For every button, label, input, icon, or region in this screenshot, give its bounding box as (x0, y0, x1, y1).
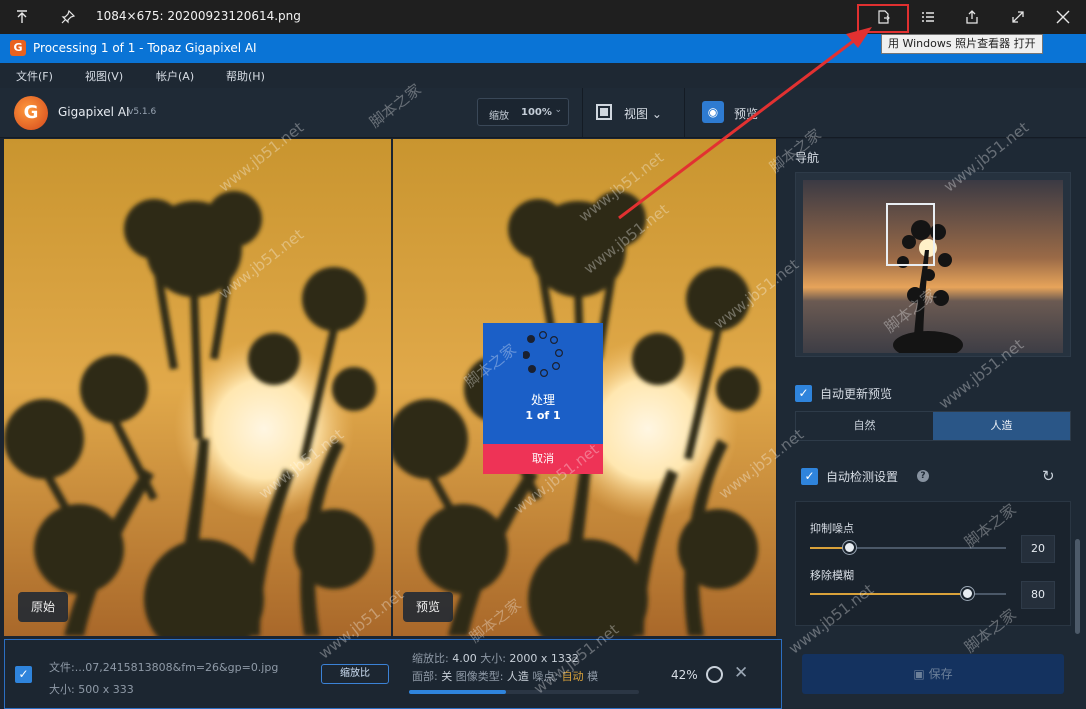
navigator-title: 导航 (795, 151, 820, 165)
progress-percent: 42% (671, 668, 698, 682)
toolbar: G Gigapixel AI v5.1.6 缩放 100% ⌄ 视图 ⌄ ◉ 预… (0, 88, 1086, 138)
progress-fill (409, 690, 506, 694)
window-title: Processing 1 of 1 - Topaz Gigapixel AI (33, 41, 257, 55)
processing-count: 1 of 1 (525, 409, 561, 422)
auto-update-preview-label: 自动更新预览 (820, 387, 893, 401)
navigator-viewport[interactable] (886, 203, 935, 266)
blur-slider-knob[interactable] (960, 587, 974, 600)
share-icon[interactable] (962, 7, 982, 27)
save-area: ▣ 保存 (782, 639, 1086, 709)
eye-icon: ◉ (702, 101, 724, 123)
noise-value-field[interactable]: 20 (1021, 535, 1055, 563)
file-checkbox[interactable]: ✓ (15, 666, 32, 683)
viewer-title: 1084×675: 20200923120614.png (96, 9, 301, 23)
settings-box: 抑制噪点 20 移除模糊 80 (795, 501, 1071, 626)
menu-view[interactable]: 视图(V) (85, 68, 123, 84)
cancel-button[interactable]: 取消 (483, 444, 603, 474)
file-name: 文件:...07,2415813808&fm=26&gp=0.jpg (49, 661, 279, 674)
side-panel: 导航 ✓ 自动更新预览 自然 人造 ✓ 自动检测设置 ? ↻ 抑制噪点 20 移… (777, 139, 1086, 639)
help-icon[interactable]: ? (917, 470, 929, 482)
blur-slider-fill (810, 593, 967, 595)
file-row[interactable]: ✓ 文件:...07,2415813808&fm=26&gp=0.jpg 大小:… (4, 639, 782, 709)
progress-bar (409, 690, 639, 694)
pin-icon[interactable] (58, 7, 78, 27)
menu-bar: 文件(F) 视图(V) 帐户(A) 帮助(H) (0, 63, 1086, 88)
zoom-label: 缩放 (489, 111, 509, 122)
save-disk-icon: ▣ (913, 667, 929, 681)
mode-artificial[interactable]: 人造 (933, 412, 1070, 440)
save-button[interactable]: ▣ 保存 (802, 654, 1064, 694)
navigator-box (795, 172, 1071, 357)
toolbar-divider (684, 88, 685, 138)
image-type-toggle: 自然 人造 (795, 411, 1071, 441)
open-with-tooltip: 用 Windows 照片查看器 打开 (881, 34, 1043, 54)
scale-button[interactable]: 缩放比 (321, 664, 389, 684)
preview-label: 预览 (734, 107, 759, 121)
brand-name: Gigapixel AI (58, 105, 130, 119)
output-info: 缩放比: 4.00 大小: 2000 x 1332 (412, 652, 579, 665)
list-icon[interactable] (918, 7, 938, 27)
highlight-box (857, 4, 909, 33)
noise-slider-label: 抑制噪点 (810, 522, 854, 535)
reset-icon[interactable]: ↻ (1042, 467, 1055, 485)
zoom-select[interactable]: 缩放 100% ⌄ (477, 98, 569, 126)
noise-slider-knob[interactable] (843, 541, 857, 554)
toolbar-divider (582, 88, 583, 138)
menu-help[interactable]: 帮助(H) (226, 68, 265, 84)
gigapixel-logo: G (14, 96, 48, 130)
auto-update-preview-checkbox[interactable]: ✓ (795, 385, 812, 402)
original-image (4, 139, 391, 636)
blur-slider[interactable] (810, 587, 1006, 600)
chevron-down-icon: ⌄ (554, 105, 562, 115)
noise-slider[interactable] (810, 541, 1006, 554)
processing-dialog: 处理 1 of 1 取消 (483, 323, 603, 474)
preview-pane-label: 预览 (403, 592, 454, 622)
model-info: 面部: 关 图像类型: 人造 噪点: 自动 模 (412, 670, 599, 683)
auto-detect-checkbox[interactable]: ✓ (801, 468, 818, 485)
upload-icon[interactable] (12, 7, 32, 27)
photo-viewer-bar: 1084×675: 20200923120614.png (0, 0, 1086, 34)
processing-label: 处理 (530, 393, 555, 407)
blur-slider-label: 移除模糊 (810, 569, 854, 582)
view-label: 视图 ⌄ (624, 107, 662, 121)
loading-spinner-icon (523, 331, 563, 377)
close-icon[interactable] (1053, 7, 1073, 27)
screen: 1084×675: 20200923120614.png 用 Windows 照… (0, 0, 1086, 709)
blur-value-field[interactable]: 80 (1021, 581, 1055, 609)
brand-version: v5.1.6 (128, 107, 157, 117)
remove-file-icon[interactable]: ✕ (734, 663, 748, 683)
side-scrollbar[interactable] (1075, 539, 1080, 634)
auto-detect-label: 自动检测设置 (826, 470, 899, 484)
menu-file[interactable]: 文件(F) (16, 68, 53, 84)
file-size: 大小: 500 x 333 (49, 683, 134, 696)
app-logo-icon: G (10, 40, 26, 56)
view-mode-icon (596, 104, 612, 120)
menu-account[interactable]: 帐户(A) (156, 68, 194, 84)
expand-icon[interactable] (1008, 7, 1028, 27)
original-label: 原始 (18, 592, 69, 622)
mode-natural[interactable]: 自然 (796, 412, 933, 440)
original-pane[interactable]: 原始 (4, 139, 391, 636)
progress-circle-icon (706, 666, 723, 683)
zoom-value: 100% (521, 107, 552, 118)
